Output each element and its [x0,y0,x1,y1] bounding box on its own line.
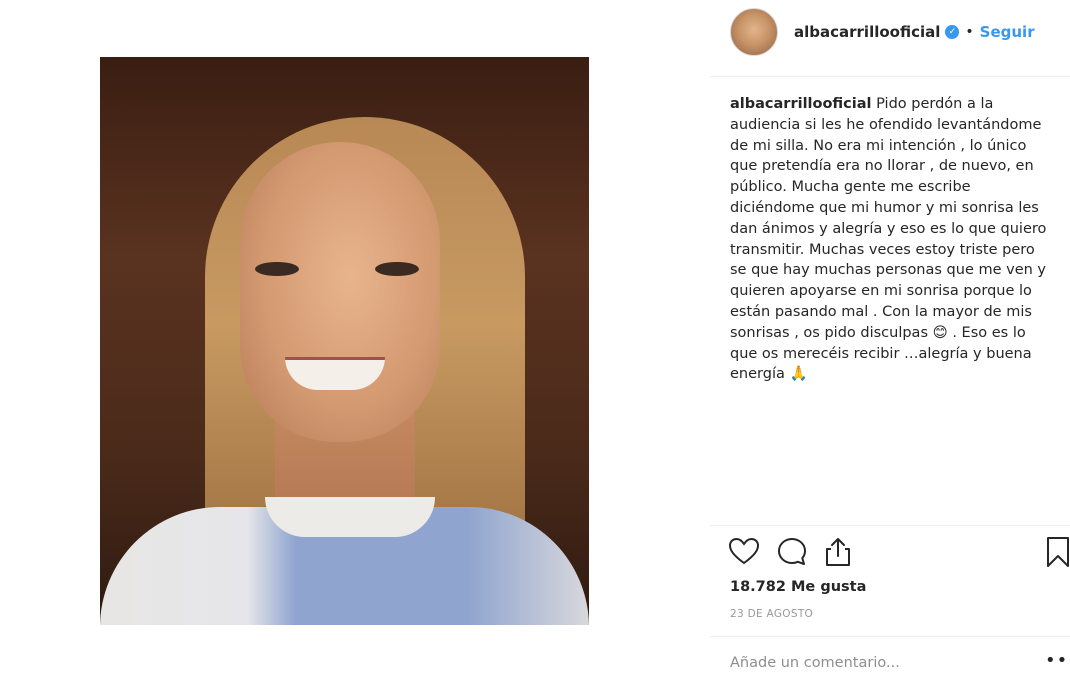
action-bar [728,536,1070,572]
post-date[interactable]: 23 DE AGOSTO [730,608,813,620]
header-divider [710,76,1070,77]
post-caption: albacarrillooficial Pido perdón a la aud… [730,94,1052,385]
caption-text: Pido perdón a la audiencia si les he ofe… [730,96,1047,383]
avatar[interactable] [730,8,778,56]
photo-face [240,142,440,442]
likes-count[interactable]: 18.782 Me gusta [730,579,866,595]
photo-collar [265,497,435,537]
photo-eye-right [375,262,419,276]
verified-badge-icon: ✓ [945,25,960,39]
post-photo[interactable] [100,57,589,625]
photo-eye-left [255,262,299,276]
heart-icon[interactable] [728,536,760,568]
caption-username[interactable]: albacarrillooficial [730,96,872,112]
comment-input[interactable] [730,652,1030,674]
more-options-icon[interactable]: ••• [1045,650,1070,671]
bookmark-icon[interactable] [1042,536,1070,568]
comment-divider [710,636,1070,637]
share-icon[interactable] [822,536,854,568]
header-username[interactable]: albacarrillooficial [794,23,940,41]
comment-bubble-icon[interactable] [776,536,808,568]
post-header: albacarrillooficial ✓ • Seguir [730,8,1035,56]
follow-button[interactable]: Seguir [980,23,1035,41]
header-separator: • [965,24,974,40]
actions-divider [710,525,1070,526]
